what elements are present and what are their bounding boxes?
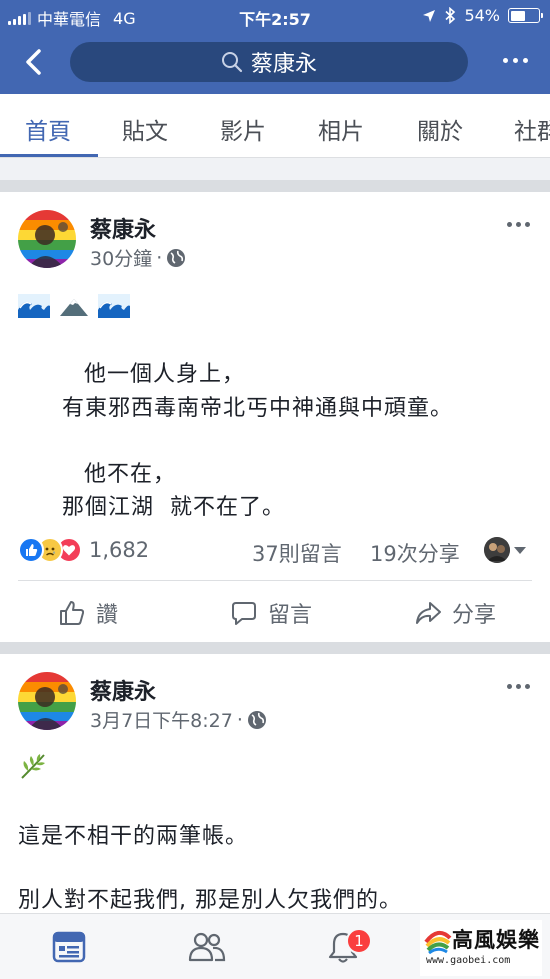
divider: [18, 580, 532, 581]
post-options-button[interactable]: [507, 222, 530, 227]
post-emoji-row: [18, 294, 130, 318]
herb-icon: [21, 754, 45, 779]
post-author[interactable]: 蔡康永: [90, 674, 156, 706]
post-card: 蔡康永 30分鐘 · 他一個人身上， 有東邪西毒南帝北丐中神通與中頑童。 他不在…: [0, 192, 550, 642]
battery-percent: 54%: [464, 6, 500, 25]
bottom-tab-bar: 1 高風娛樂 www.gaobei.com: [0, 913, 550, 979]
share-button[interactable]: 分享: [414, 597, 496, 629]
top-header: 中華電信 4G 下午2:57 54% 蔡康永: [0, 0, 550, 94]
meta-separator: ·: [156, 246, 163, 269]
news-feed-tab[interactable]: [52, 930, 86, 968]
friends-tab[interactable]: [188, 930, 226, 968]
reactions-summary[interactable]: 1,682: [18, 537, 149, 563]
share-icon: [416, 602, 441, 624]
active-tab-indicator: [0, 154, 98, 157]
post-text-line: 他一個人身上，: [84, 362, 246, 387]
friends-icon: [188, 932, 226, 962]
avatar[interactable]: [18, 210, 76, 268]
post-time[interactable]: 3月7日下午8:27: [90, 706, 233, 733]
bluetooth-icon: [445, 7, 456, 24]
mountain-icon: [60, 299, 88, 316]
viewer-avatar[interactable]: [484, 537, 510, 563]
avatar[interactable]: [18, 672, 76, 730]
post-text-line: 他不在，: [84, 462, 177, 487]
post-text-line: 別人對不起我們, 那是別人欠我們的。: [18, 888, 402, 913]
post-author[interactable]: 蔡康永: [90, 212, 156, 244]
back-arrow-icon: [26, 49, 41, 75]
site-watermark: 高風娛樂 www.gaobei.com: [420, 920, 542, 976]
search-field[interactable]: 蔡康永: [70, 42, 468, 82]
section-divider: [0, 180, 550, 192]
post-time[interactable]: 30分鐘: [90, 244, 152, 271]
tab-posts[interactable]: 貼文: [122, 112, 168, 146]
post-emoji-row: [18, 752, 48, 780]
comment-icon: [232, 602, 256, 625]
like-label: 讚: [96, 603, 119, 628]
globe-icon: [247, 710, 266, 729]
tab-about[interactable]: 關於: [417, 112, 463, 146]
watermark-url: www.gaobei.com: [426, 955, 511, 966]
meta-separator: ·: [236, 708, 243, 731]
post-text-line: 有東邪西毒南帝北丐中神通與中頑童。: [62, 396, 454, 421]
like-icon: [60, 601, 85, 625]
section-gap: [0, 158, 550, 180]
like-reaction-icon: [18, 537, 44, 563]
search-icon: [221, 52, 243, 73]
reaction-count: 1,682: [89, 538, 150, 562]
comments-count[interactable]: 37則留言: [252, 538, 342, 568]
wave-icon: [98, 294, 130, 318]
tab-photos[interactable]: 相片: [318, 112, 364, 146]
news-feed-icon: [52, 931, 86, 963]
like-button[interactable]: 讚: [58, 597, 118, 629]
battery-icon: [508, 8, 543, 23]
reaction-dropdown-caret[interactable]: [514, 547, 526, 554]
post-text-line: 這是不相干的兩筆帳。: [18, 824, 249, 849]
notification-badge: 1: [346, 928, 372, 954]
wave-icon: [18, 294, 50, 318]
post-meta: 30分鐘 ·: [90, 244, 186, 271]
more-icon[interactable]: [503, 58, 528, 63]
comment-button[interactable]: 留言: [230, 597, 312, 629]
battery-level-fill: [510, 10, 526, 21]
back-button[interactable]: [18, 46, 50, 78]
watermark-logo: [424, 930, 452, 954]
section-divider: [0, 642, 550, 654]
tab-community[interactable]: 社群: [514, 112, 550, 146]
post-text-line: 那個江湖 就不在了。: [62, 495, 285, 520]
post-card: 蔡康永 3月7日下午8:27 · 這是不相干的兩筆帳。 別人對不起我們, 那是別…: [0, 654, 550, 913]
location-arrow-icon: [423, 9, 436, 22]
status-bar: 中華電信 4G 下午2:57 54%: [0, 0, 550, 32]
shares-count[interactable]: 19次分享: [370, 538, 460, 568]
post-options-button[interactable]: [507, 684, 530, 689]
comment-label: 留言: [268, 603, 313, 628]
globe-icon: [167, 248, 186, 267]
post-meta: 3月7日下午8:27 ·: [90, 706, 267, 733]
tab-home[interactable]: 首頁: [25, 112, 71, 146]
watermark-name: 高風娛樂: [452, 927, 540, 952]
page-tabs: 首頁 貼文 影片 相片 關於 社群: [0, 94, 550, 158]
share-label: 分享: [452, 603, 497, 628]
tab-videos[interactable]: 影片: [220, 112, 266, 146]
search-text: 蔡康永: [250, 52, 317, 77]
